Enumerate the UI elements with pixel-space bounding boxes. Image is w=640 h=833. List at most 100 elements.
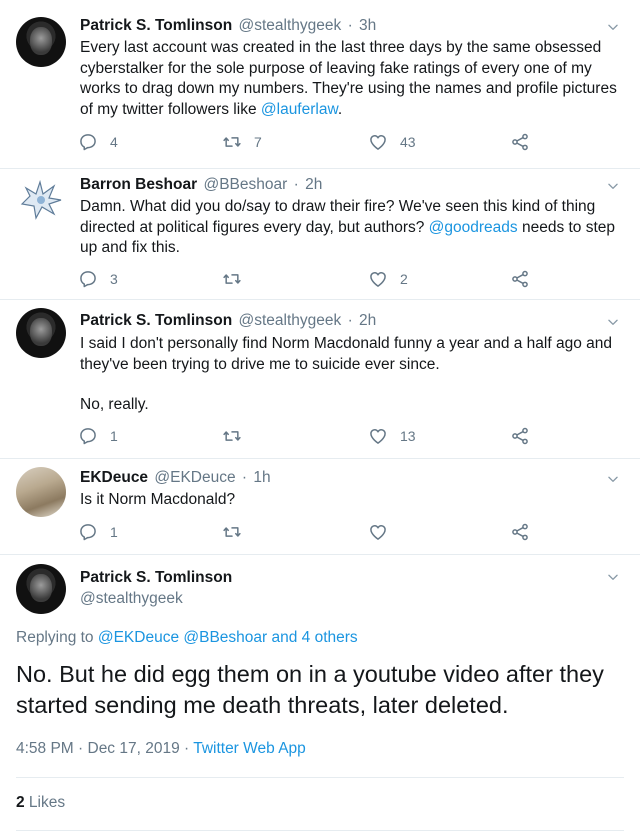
like-button[interactable]: 2 — [368, 269, 408, 289]
tweet-header: Barron Beshoar @BBeshoar · 2h — [80, 176, 322, 194]
tweet-3[interactable]: Patrick S. Tomlinson @stealthygeek · 2h … — [0, 300, 640, 458]
divider — [16, 777, 624, 778]
heart-icon — [368, 132, 388, 152]
tweet-time[interactable]: 1h — [253, 469, 270, 486]
tweet-text: Is it Norm Macdonald? — [80, 491, 236, 508]
reply-button[interactable]: 1 — [78, 426, 118, 446]
author-handle[interactable]: @stealthygeek — [238, 312, 341, 329]
mention-link[interactable]: @lauferlaw — [261, 101, 338, 118]
tweet-actions: 1 13 — [78, 426, 558, 448]
author-name[interactable]: Barron Beshoar — [80, 176, 197, 193]
reply-count: 1 — [110, 428, 118, 444]
retweet-button[interactable] — [222, 522, 254, 542]
tweet-source-link[interactable]: Twitter Web App — [193, 740, 306, 757]
share-icon — [510, 269, 530, 289]
tweet-header: Patrick S. Tomlinson @stealthygeek · 2h — [80, 312, 376, 330]
tweet-header: Patrick S. Tomlinson @stealthygeek · 3h — [80, 17, 376, 35]
reply-button[interactable]: 3 — [78, 269, 118, 289]
avatar[interactable] — [16, 308, 66, 358]
time-separator: · — [241, 469, 248, 486]
author-handle[interactable]: @stealthygeek — [238, 17, 341, 34]
tweet-2[interactable]: Barron Beshoar @BBeshoar · 2h Damn. What… — [0, 169, 640, 299]
like-count: 2 — [400, 271, 408, 287]
tweet-1[interactable]: Patrick S. Tomlinson @stealthygeek · 3h … — [0, 0, 640, 168]
likes-stat[interactable]: 2 Likes — [16, 794, 65, 812]
like-count: 13 — [400, 428, 416, 444]
reply-button[interactable]: 1 — [78, 522, 118, 542]
main-tweet-header: Patrick S. Tomlinson @stealthygeek — [80, 569, 232, 608]
avatar[interactable] — [16, 17, 66, 67]
reply-count: 1 — [110, 524, 118, 540]
heart-icon — [368, 426, 388, 446]
avatar[interactable] — [16, 467, 66, 517]
retweet-icon — [222, 132, 242, 152]
share-icon — [510, 426, 530, 446]
like-button[interactable]: 13 — [368, 426, 416, 446]
replying-label: Replying to — [16, 629, 94, 646]
mention-link[interactable]: @goodreads — [429, 219, 518, 236]
reply-icon — [78, 522, 98, 542]
tweet-text-part: . — [337, 100, 343, 118]
tweet-header: EKDeuce @EKDeuce · 1h — [80, 469, 271, 487]
like-count: 43 — [400, 134, 416, 150]
dragon-avatar-image — [20, 179, 62, 220]
author-handle[interactable]: @BBeshoar — [203, 176, 287, 193]
reply-count: 4 — [110, 134, 118, 150]
replying-to-link[interactable]: @EKDeuce @BBeshoar and 4 others — [98, 629, 358, 646]
main-tweet-text: No. But he did egg them on in a youtube … — [16, 661, 604, 718]
reply-icon — [78, 426, 98, 446]
tweet-meta: 4:58 PM · Dec 17, 2019 · Twitter Web App — [16, 740, 306, 758]
heart-icon — [368, 269, 388, 289]
reply-icon — [78, 132, 98, 152]
author-name[interactable]: Patrick S. Tomlinson — [80, 569, 232, 587]
tweet-actions: 4 7 43 — [78, 132, 558, 154]
chevron-down-icon[interactable] — [606, 20, 620, 34]
tweet-text-part: Every last account was created in the la… — [80, 39, 617, 118]
author-name[interactable]: EKDeuce — [80, 469, 148, 486]
author-handle[interactable]: @EKDeuce — [154, 469, 235, 486]
chevron-down-icon[interactable] — [606, 179, 620, 193]
heart-icon — [368, 522, 388, 542]
retweet-icon — [222, 522, 242, 542]
chevron-down-icon[interactable] — [606, 570, 620, 584]
share-button[interactable] — [510, 426, 530, 446]
time-separator: · — [347, 17, 353, 34]
retweet-button[interactable] — [222, 426, 254, 446]
author-name[interactable]: Patrick S. Tomlinson — [80, 17, 232, 34]
likes-label: Likes — [24, 794, 66, 811]
tweet-text: I said I don't personally find Norm Macd… — [80, 335, 613, 373]
share-button[interactable] — [510, 269, 530, 289]
tweet-time[interactable]: 3h — [359, 17, 376, 34]
time-separator: · — [347, 312, 353, 329]
retweet-button[interactable] — [222, 269, 254, 289]
likes-count: 2 — [16, 794, 25, 811]
share-button[interactable] — [510, 522, 530, 542]
avatar[interactable] — [16, 564, 66, 614]
like-button[interactable] — [368, 522, 400, 542]
avatar[interactable] — [16, 174, 66, 224]
share-icon — [510, 132, 530, 152]
chevron-down-icon[interactable] — [606, 315, 620, 329]
author-name[interactable]: Patrick S. Tomlinson — [80, 312, 232, 329]
tweet-time[interactable]: 2h — [305, 176, 322, 193]
chevron-down-icon[interactable] — [606, 472, 620, 486]
tweet-4[interactable]: EKDeuce @EKDeuce · 1h Is it Norm Macdona… — [0, 459, 640, 554]
divider — [16, 830, 624, 831]
share-icon — [510, 522, 530, 542]
share-button[interactable] — [510, 132, 530, 152]
reply-button[interactable]: 4 — [78, 132, 118, 152]
retweet-icon — [222, 426, 242, 446]
tweet-actions: 3 2 — [78, 269, 558, 291]
reply-count: 3 — [110, 271, 118, 287]
tweet-text: Damn. What did you do/say to draw their … — [80, 197, 620, 259]
tweet-time[interactable]: 2h — [359, 312, 376, 329]
retweet-count: 7 — [254, 134, 262, 150]
tweet-timestamp[interactable]: 4:58 PM · Dec 17, 2019 · — [16, 740, 193, 757]
tweet-text: Every last account was created in the la… — [80, 38, 620, 120]
replying-to: Replying to @EKDeuce @BBeshoar and 4 oth… — [16, 629, 358, 647]
author-handle[interactable]: @stealthygeek — [80, 590, 232, 608]
retweet-icon — [222, 269, 242, 289]
reply-icon — [78, 269, 98, 289]
like-button[interactable]: 43 — [368, 132, 416, 152]
retweet-button[interactable]: 7 — [222, 132, 262, 152]
